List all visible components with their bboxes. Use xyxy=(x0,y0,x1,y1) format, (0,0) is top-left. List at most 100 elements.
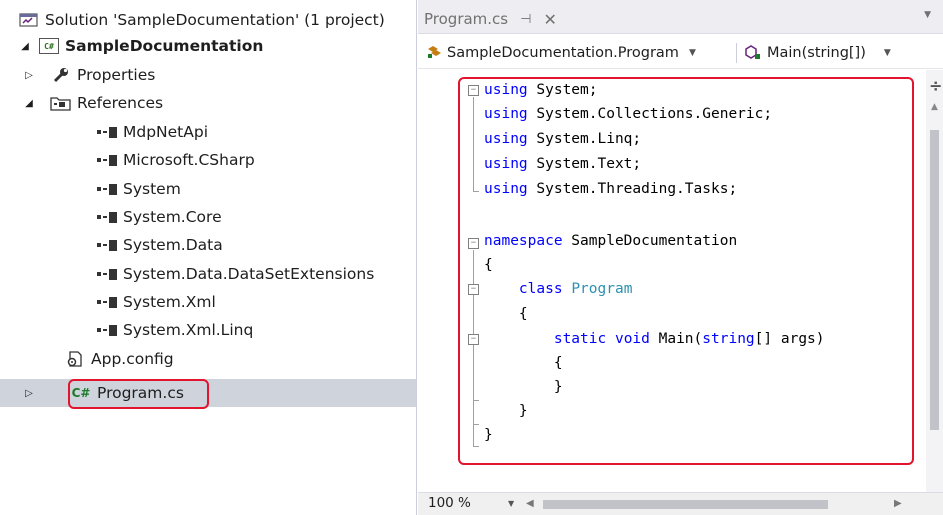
tree-item-app-config[interactable]: App.config xyxy=(0,345,416,373)
solution-explorer: Solution 'SampleDocumentation' (1 projec… xyxy=(0,0,417,515)
tree-item-properties[interactable]: ▷ Properties xyxy=(0,61,416,89)
collapse-icon[interactable]: − xyxy=(468,238,479,249)
collapsed-arrow-icon[interactable]: ▷ xyxy=(22,68,36,82)
nav-separator xyxy=(736,43,737,63)
code-line: using System; xyxy=(484,79,598,101)
collapse-icon[interactable]: − xyxy=(468,334,479,345)
tree-item-label: Properties xyxy=(77,66,156,84)
code-token: [] args) xyxy=(754,331,825,347)
config-file-icon xyxy=(64,349,86,369)
collapsed-arrow-icon[interactable]: ▷ xyxy=(22,386,36,400)
fold-guide-end xyxy=(473,424,479,425)
code-token: } xyxy=(484,379,563,395)
pin-icon[interactable]: ⊣ xyxy=(520,12,531,27)
tree-item-label: System.Data xyxy=(123,236,223,254)
reference-icon xyxy=(96,292,118,312)
code-line: using System.Threading.Tasks; xyxy=(484,178,737,200)
code-line: using System.Collections.Generic; xyxy=(484,103,772,125)
tree-item-reference[interactable]: Microsoft.CSharp xyxy=(0,146,416,174)
code-token: using xyxy=(484,106,528,122)
tree-item-project[interactable]: ◢ C# SampleDocumentation xyxy=(0,32,416,60)
member-combo[interactable]: Main(string[]) ▼ xyxy=(744,41,891,65)
code-token: namespace xyxy=(484,233,563,249)
tree-item-program-cs[interactable]: ▷ C# Program.cs xyxy=(0,379,416,407)
tab-label: Program.cs xyxy=(424,10,509,28)
reference-icon xyxy=(96,150,118,170)
tree-item-reference[interactable]: MdpNetApi xyxy=(0,118,416,146)
collapse-icon[interactable]: − xyxy=(468,284,479,295)
wrench-icon xyxy=(50,65,72,85)
code-token: using xyxy=(484,156,528,172)
solution-icon xyxy=(18,10,40,30)
reference-icon xyxy=(96,264,118,284)
close-icon[interactable]: ✕ xyxy=(543,10,556,29)
type-combo[interactable]: SampleDocumentation.Program ▼ xyxy=(426,41,696,65)
expanded-arrow-icon[interactable]: ◢ xyxy=(22,96,36,110)
document-tab-bar: Program.cs ⊣ ✕ ▼ xyxy=(418,0,943,34)
scroll-left-icon[interactable]: ◀ xyxy=(526,498,534,509)
tree-item-reference[interactable]: System.Xml.Linq xyxy=(0,316,416,344)
vertical-scrollbar[interactable]: ÷ ▲ xyxy=(926,70,943,492)
file-icon-text: C# xyxy=(71,386,91,400)
tab-dropdown-icon[interactable]: ▼ xyxy=(924,10,931,20)
reference-icon xyxy=(96,320,118,340)
tree-item-reference[interactable]: System.Data xyxy=(0,231,416,259)
code-token: using xyxy=(484,181,528,197)
code-token: SampleDocumentation xyxy=(562,233,738,249)
tree-item-reference[interactable]: System.Xml xyxy=(0,288,416,316)
project-icon-text: C# xyxy=(39,38,59,54)
collapse-icon[interactable]: − xyxy=(468,85,479,96)
tree-item-reference[interactable]: System.Core xyxy=(0,203,416,231)
code-line: } xyxy=(484,424,493,446)
fold-guide xyxy=(473,250,474,446)
expanded-arrow-icon[interactable]: ◢ xyxy=(18,39,32,53)
navigation-bar: SampleDocumentation.Program ▼ Main(strin… xyxy=(418,35,943,69)
zoom-level[interactable]: 100 % xyxy=(428,495,471,511)
code-token: } xyxy=(484,403,528,419)
tree-item-reference[interactable]: System.Data.DataSetExtensions xyxy=(0,260,416,288)
code-editor: Program.cs ⊣ ✕ ▼ SampleDocumentation.Pro… xyxy=(418,0,943,515)
fold-guide xyxy=(473,97,474,191)
code-token: System.Linq; xyxy=(527,131,642,147)
code-token: System.Text; xyxy=(527,156,642,172)
code-line: using System.Linq; xyxy=(484,128,641,150)
tree-item-solution[interactable]: Solution 'SampleDocumentation' (1 projec… xyxy=(0,6,416,34)
fold-guide-end xyxy=(473,446,479,447)
tree-item-reference[interactable]: System xyxy=(0,175,416,203)
type-combo-value: SampleDocumentation.Program xyxy=(447,45,679,61)
code-token: Main( xyxy=(649,331,703,347)
code-token: using xyxy=(484,131,528,147)
tab-program-cs[interactable]: Program.cs ⊣ ✕ xyxy=(424,7,557,31)
csharp-project-icon: C# xyxy=(38,36,60,56)
tree-item-label: System.Core xyxy=(123,208,222,226)
code-token: } xyxy=(484,427,493,443)
tree-item-label: System xyxy=(123,180,181,198)
code-line: { xyxy=(484,254,493,276)
tree-item-label: Microsoft.CSharp xyxy=(123,151,255,169)
chevron-down-icon[interactable]: ▼ xyxy=(508,499,514,508)
reference-icon xyxy=(96,122,118,142)
tree-item-label: System.Data.DataSetExtensions xyxy=(123,265,375,283)
code-token: using xyxy=(484,82,528,98)
scroll-up-icon[interactable]: ▲ xyxy=(931,102,938,112)
code-area[interactable]: − − − − using System; using System.Colle… xyxy=(418,70,926,492)
scrollbar-thumb[interactable] xyxy=(930,130,939,430)
reference-icon xyxy=(96,235,118,255)
horizontal-scrollbar-thumb[interactable] xyxy=(543,500,828,509)
code-token: class xyxy=(518,281,563,297)
code-line: } xyxy=(484,376,563,398)
code-line: { xyxy=(484,352,563,374)
fold-guide-end xyxy=(473,191,479,192)
tree-item-references[interactable]: ◢ References xyxy=(0,89,416,117)
code-line: using System.Text; xyxy=(484,153,641,175)
chevron-down-icon: ▼ xyxy=(883,48,891,58)
scroll-right-icon[interactable]: ▶ xyxy=(894,498,902,509)
tree-item-label: References xyxy=(77,94,164,112)
split-handle-icon[interactable]: ÷ xyxy=(929,76,942,95)
tree-item-label: SampleDocumentation xyxy=(65,37,264,55)
tree-item-label: MdpNetApi xyxy=(123,123,209,141)
member-combo-value: Main(string[]) xyxy=(767,45,866,61)
